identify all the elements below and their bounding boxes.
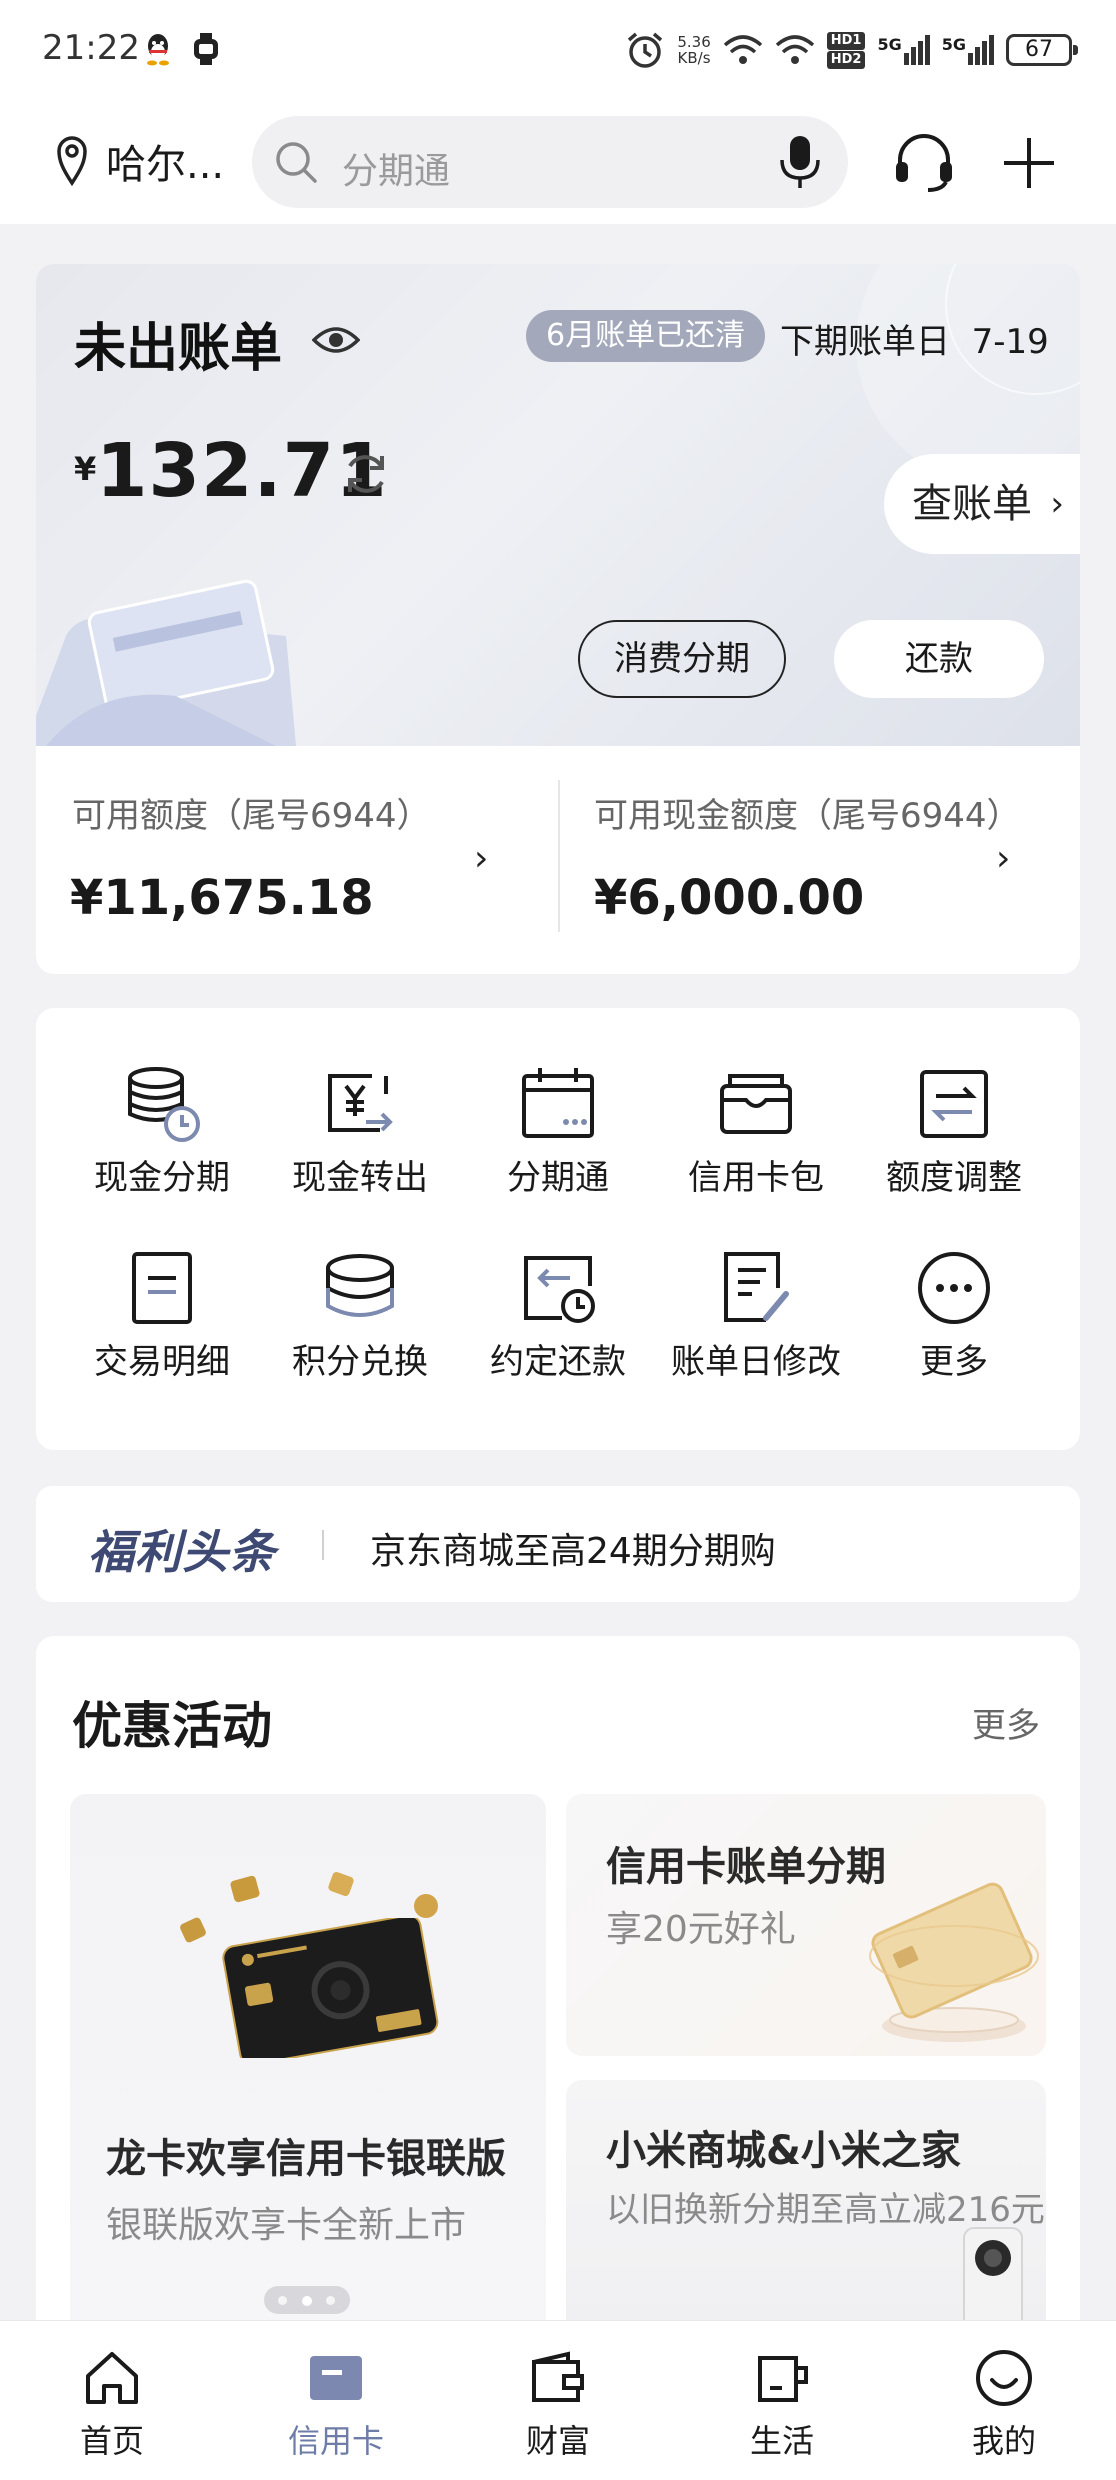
card-wallet-icon [720, 1074, 792, 1134]
cash-limit-value[interactable]: ¥6,000.00 [594, 870, 864, 926]
func-more[interactable]: 更多 [854, 1248, 1054, 1383]
status-right: 5.36 KB/s HD1 HD2 5G 5G 67 [625, 26, 1078, 74]
func-card-wallet[interactable]: 信用卡包 [656, 1064, 856, 1199]
nav-mine[interactable]: 我的 [924, 2348, 1084, 2462]
carousel-dots [264, 2286, 350, 2314]
cup-icon [758, 2356, 808, 2402]
bill-title: 未出账单 [74, 319, 283, 379]
refresh-icon[interactable] [340, 448, 392, 500]
card-illustration [36, 579, 296, 746]
hd-badge: HD1 HD2 [826, 31, 866, 69]
calendar-icon [522, 1068, 594, 1138]
promo-xiaomi-title: 小米商城&小米之家 [606, 2128, 961, 2174]
wallet-icon [532, 2351, 584, 2402]
microphone-icon[interactable] [778, 134, 822, 190]
net-speed: 5.36 KB/s [677, 33, 711, 67]
nav-credit-card[interactable]: 信用卡 [256, 2348, 416, 2462]
promo-installment-subtitle: 享20元好礼 [606, 1909, 796, 1950]
gold-card-image [869, 1882, 1039, 2042]
next-bill-date: 下期账单日 7-19 [780, 322, 1049, 362]
func-cash-installment[interactable]: 现金分期 [62, 1064, 262, 1199]
available-limit-label: 可用额度（尾号6944） [72, 796, 431, 836]
nav-home[interactable]: 首页 [32, 2348, 192, 2462]
eye-icon[interactable] [312, 320, 360, 360]
wifi-icon [723, 35, 762, 64]
available-limit-value[interactable]: ¥11,675.18 [70, 870, 374, 926]
chevron-right-icon: › [1050, 484, 1064, 524]
home-icon [86, 2352, 138, 2404]
paid-status-badge: 6月账单已还清 [526, 310, 766, 362]
limit-adjust-icon [920, 1070, 988, 1138]
alarm-icon [628, 32, 663, 68]
func-scheduled-repay[interactable]: 约定还款 [458, 1248, 658, 1383]
nav-wealth[interactable]: 财富 [478, 2348, 638, 2462]
repay-button[interactable]: 还款 [834, 620, 1044, 698]
location-text[interactable]: 哈尔... [106, 132, 224, 190]
status-time: 21:22 [42, 28, 140, 68]
chevron-right-icon[interactable]: › [996, 838, 1010, 879]
promo-dragon-subtitle: 银联版欢享卡全新上市 [106, 2205, 467, 2246]
func-installment-pass[interactable]: 分期通 [458, 1064, 658, 1199]
search-icon [276, 142, 317, 183]
promo-dragon-title: 龙卡欢享信用卡银联版 [106, 2136, 506, 2182]
credit-card-icon [310, 2356, 362, 2400]
search-input[interactable]: 分期通 [342, 142, 450, 194]
nav-life[interactable]: 生活 [702, 2348, 862, 2462]
wifi-2-icon [775, 35, 814, 64]
signal-2: 5G [942, 35, 994, 65]
yen-transfer-icon [328, 1074, 393, 1132]
promotions-title: 优惠活动 [72, 1697, 272, 1755]
scheduled-repay-icon [524, 1256, 595, 1323]
watch-icon [194, 33, 218, 65]
news-headline[interactable]: 京东商城至高24期分期购 [370, 1522, 776, 1574]
document-icon [132, 1252, 192, 1324]
chevron-right-icon[interactable]: › [474, 838, 488, 879]
signal-1: 5G [877, 35, 930, 65]
news-tag: 福利头条 [88, 1525, 276, 1579]
func-bill-date-edit[interactable]: 账单日修改 [656, 1248, 856, 1383]
smile-icon [976, 2350, 1032, 2406]
bill-edit-icon [724, 1252, 789, 1322]
more-icon [918, 1252, 990, 1324]
func-transaction-detail[interactable]: 交易明细 [62, 1248, 262, 1383]
consumer-installment-button[interactable]: 消费分期 [578, 620, 786, 698]
func-cash-transfer[interactable]: 现金转出 [260, 1064, 460, 1199]
dragon-credit-card-image [222, 1918, 439, 2058]
divider [322, 1530, 324, 1560]
divider [558, 780, 560, 932]
customer-service-icon[interactable] [892, 132, 956, 192]
func-points-exchange[interactable]: 积分兑换 [260, 1248, 460, 1383]
promo-installment-title: 信用卡账单分期 [606, 1844, 886, 1890]
func-limit-adjust[interactable]: 额度调整 [854, 1064, 1054, 1199]
qq-penguin-icon [147, 34, 169, 66]
view-bill-button[interactable]: 查账单 › [884, 454, 1080, 554]
coins-clock-icon [128, 1067, 200, 1142]
cash-limit-label: 可用现金额度（尾号6944） [594, 796, 1021, 836]
currency-symbol: ¥ [74, 450, 97, 488]
battery-indicator: 67 [1006, 34, 1078, 66]
coin-stack-icon [326, 1254, 394, 1317]
location-pin-icon[interactable] [56, 134, 88, 186]
add-icon[interactable] [1000, 134, 1058, 192]
promotions-more-link[interactable]: 更多 [972, 1698, 1040, 1747]
